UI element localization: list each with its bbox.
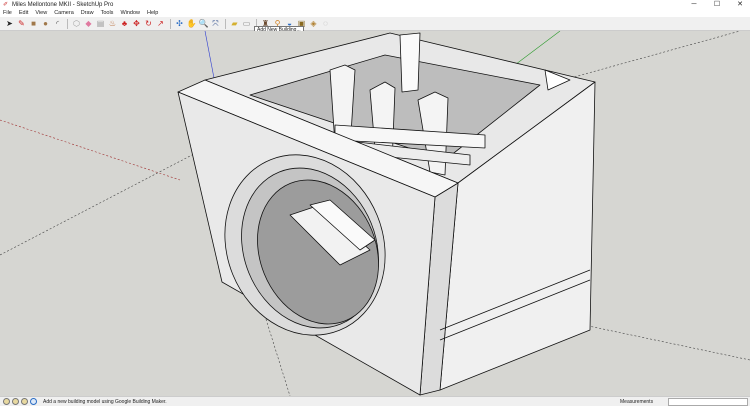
- warehouse-icon: ▰: [231, 19, 238, 28]
- paint-bucket-button[interactable]: ♨: [107, 18, 118, 29]
- menu-view[interactable]: View: [35, 10, 47, 16]
- credits-icon[interactable]: [12, 398, 19, 405]
- eraser-icon: ◆: [85, 19, 92, 28]
- arc-icon: ◜: [55, 19, 60, 28]
- close-button[interactable]: ✕: [730, 0, 750, 9]
- minimize-button[interactable]: ─: [684, 0, 704, 9]
- menu-help[interactable]: Help: [147, 10, 158, 16]
- menu-tools[interactable]: Tools: [101, 10, 114, 16]
- components-button[interactable]: ◈: [308, 18, 319, 29]
- offset-icon: ↗: [157, 19, 164, 28]
- orbit-button[interactable]: ✣: [174, 18, 185, 29]
- zoom-extents-icon: ⤧: [212, 19, 219, 28]
- maximize-button[interactable]: ☐: [707, 0, 727, 9]
- help-icon[interactable]: [30, 398, 37, 405]
- zoom-icon: 🔍: [198, 19, 209, 28]
- pan-icon: ✋: [186, 19, 197, 28]
- tape-measure-icon: ▤: [96, 19, 105, 28]
- share-model-button[interactable]: ▭: [241, 18, 252, 29]
- paint-bucket-icon: ♨: [108, 19, 117, 28]
- toolbar-separator: [225, 18, 226, 29]
- arc-button[interactable]: ◜: [52, 18, 63, 29]
- menu-edit[interactable]: Edit: [19, 10, 28, 16]
- pencil-icon: ✎: [18, 19, 25, 28]
- menu-camera[interactable]: Camera: [54, 10, 74, 16]
- menu-bar: File Edit View Camera Draw Tools Window …: [0, 9, 750, 17]
- model-canvas[interactable]: [0, 30, 750, 397]
- rectangle-button[interactable]: ■: [28, 18, 39, 29]
- toolbar: ➤ ✎ ■ ● ◜ ⬡ ◆ ▤ ♨ ♣ ✥ ↻ ↗ ✣ ✋ 🔍 ⤧ ▰ ▭ ♜ ⚲ ◒ ▣ ◈ ◌: [0, 17, 750, 31]
- rotate-icon: ↻: [145, 19, 152, 28]
- menu-file[interactable]: File: [3, 10, 12, 16]
- zoom-button[interactable]: 🔍: [198, 18, 209, 29]
- model-viewport[interactable]: [0, 30, 750, 397]
- title-bar: ✐ Miles Mellontone MKII - SketchUp Pro ─…: [0, 0, 750, 9]
- speaker-box-model: [177, 32, 596, 396]
- menu-window[interactable]: Window: [120, 10, 140, 16]
- push-pull-button[interactable]: ♣: [119, 18, 130, 29]
- rotate-button[interactable]: ↻: [143, 18, 154, 29]
- measurements-label: Measurements: [620, 398, 654, 405]
- circle-icon: ●: [43, 19, 48, 28]
- user-icon[interactable]: [21, 398, 28, 405]
- make-component-icon: ⬡: [73, 19, 80, 28]
- pencil-button[interactable]: ✎: [16, 18, 27, 29]
- sketchup-logo-icon: ✐: [3, 1, 9, 8]
- move-icon: ✥: [133, 19, 140, 28]
- push-pull-icon: ♣: [121, 19, 128, 28]
- eraser-button[interactable]: ◆: [83, 18, 94, 29]
- share-model-icon: ▭: [242, 19, 251, 28]
- rectangle-icon: ■: [31, 19, 36, 28]
- move-button[interactable]: ✥: [131, 18, 142, 29]
- offset-button[interactable]: ↗: [155, 18, 166, 29]
- geo-icon: ◌: [323, 19, 328, 28]
- select-button[interactable]: ➤: [4, 18, 15, 29]
- make-component-button[interactable]: ⬡: [71, 18, 82, 29]
- status-message: Add a new building model using Google Bu…: [43, 398, 167, 405]
- geo-button[interactable]: ◌: [320, 18, 331, 29]
- geo-location-icon[interactable]: [3, 398, 10, 405]
- status-bar: Add a new building model using Google Bu…: [0, 396, 750, 406]
- pan-button[interactable]: ✋: [186, 18, 197, 29]
- zoom-extents-button[interactable]: ⤧: [210, 18, 221, 29]
- orbit-icon: ✣: [176, 19, 183, 28]
- components-icon: ◈: [310, 19, 317, 28]
- circle-button[interactable]: ●: [40, 18, 51, 29]
- warehouse-button[interactable]: ▰: [229, 18, 240, 29]
- window-title: Miles Mellontone MKII - SketchUp Pro: [12, 1, 114, 8]
- measurements-input[interactable]: [668, 398, 748, 406]
- menu-draw[interactable]: Draw: [81, 10, 94, 16]
- toolbar-separator: [170, 18, 171, 29]
- toolbar-separator: [67, 18, 68, 29]
- select-icon: ➤: [6, 19, 13, 28]
- tape-measure-button[interactable]: ▤: [95, 18, 106, 29]
